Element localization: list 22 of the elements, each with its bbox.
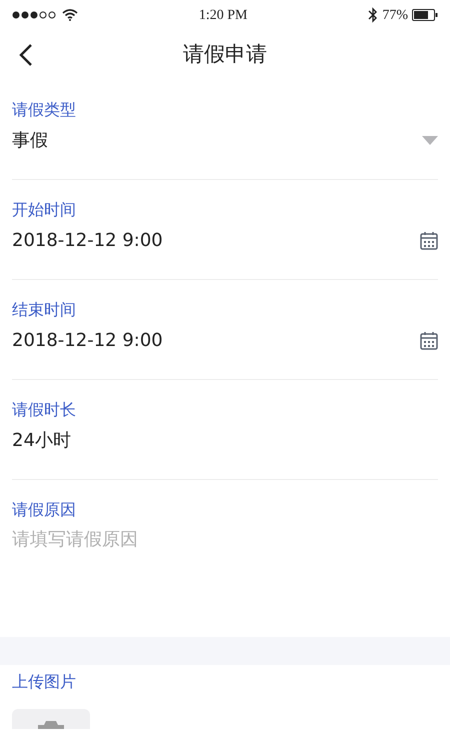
field-value[interactable]: 事假 <box>12 126 48 154</box>
calendar-icon[interactable] <box>420 330 438 350</box>
field-value[interactable]: 2018-12-12 9:00 <box>12 326 163 354</box>
back-icon <box>19 43 33 67</box>
wifi-icon <box>62 9 78 21</box>
field-label: 开始时间 <box>12 199 77 221</box>
battery-percent: 77% <box>382 6 408 24</box>
field-value: 24小时 <box>12 428 71 452</box>
battery-icon <box>412 9 438 21</box>
reason-input[interactable]: 请填写请假原因 <box>12 528 438 588</box>
camera-icon <box>38 721 64 729</box>
upload-label: 上传图片 <box>12 671 77 693</box>
field-value[interactable]: 2018-12-12 9:00 <box>12 226 163 254</box>
bluetooth-icon <box>368 7 378 23</box>
field-label: 结束时间 <box>12 299 77 321</box>
field-label: 请假类型 <box>12 99 77 121</box>
calendar-icon[interactable] <box>420 230 438 250</box>
signal-icon <box>12 11 58 19</box>
field-label: 请假原因 <box>12 499 77 521</box>
page-title: 请假申请 <box>183 41 267 68</box>
status-time: 1:20 PM <box>198 6 248 24</box>
field-label: 请假时长 <box>12 399 77 421</box>
